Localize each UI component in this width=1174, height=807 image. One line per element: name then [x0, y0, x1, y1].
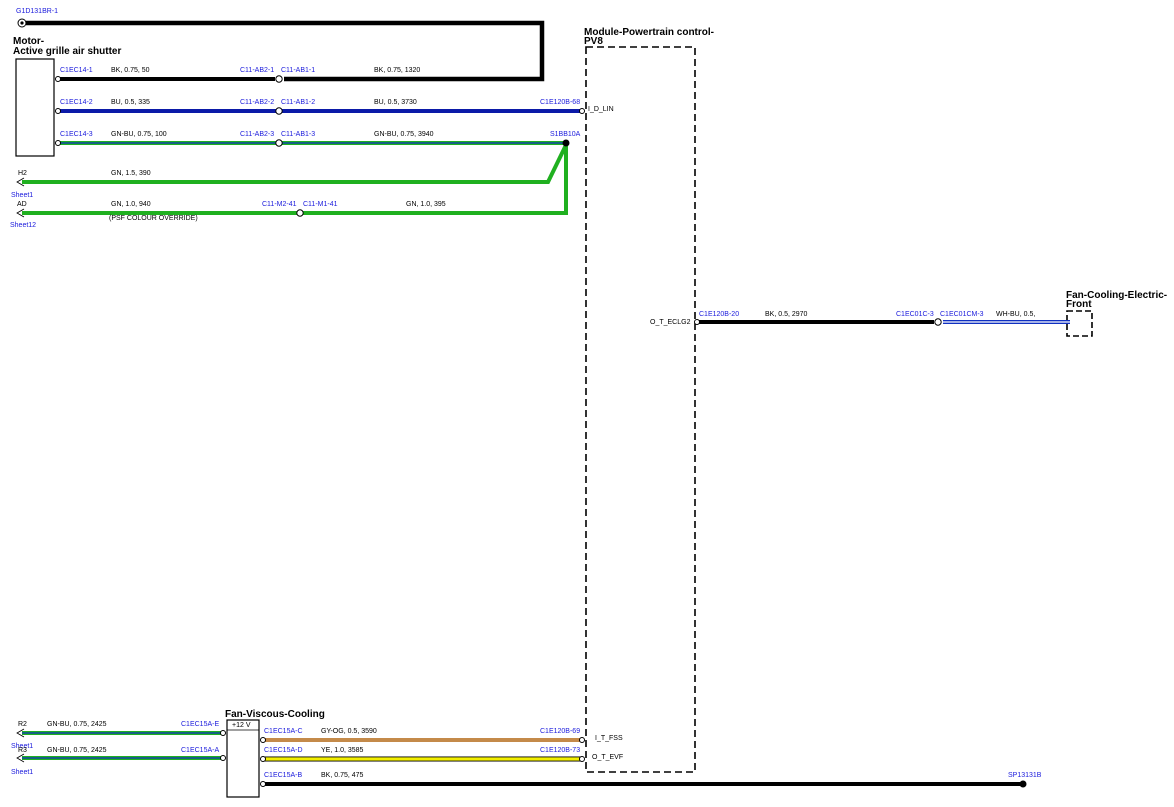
wire-9-spec: GY-OG, 0.5, 3590 — [321, 728, 377, 735]
pcm-pin-eclg2: O_T_ECLG2 — [650, 319, 691, 326]
wire-7-connector: C1EC15A-E — [181, 721, 219, 728]
pin-terminal — [579, 737, 585, 743]
wire-8-ref: R3 — [18, 747, 27, 754]
wire-5-spec-2: GN, 1.0, 395 — [406, 201, 446, 208]
wire-10-connector-1: C1EC15A-D — [264, 747, 303, 754]
wire-6-spec-1: BK, 0.5, 2970 — [765, 311, 808, 318]
splice-s1bb10a-label: S1BB10A — [550, 131, 581, 138]
fan-front-box[interactable] — [1066, 310, 1093, 337]
wire-3-connector-3: C11-AB1-3 — [281, 131, 315, 138]
pcm-pin-lin: I_D_LIN — [588, 106, 614, 113]
wire-5-sheet: Sheet12 — [10, 222, 36, 229]
wire-6-connector-3: C1EC01CM-3 — [940, 311, 984, 318]
wire-10-connector-2: C1E120B-73 — [540, 747, 580, 754]
inline-connector — [296, 209, 304, 217]
wire-2-connector-2: C11-AB2-2 — [240, 99, 274, 106]
wiring-diagram: Motor- Active grille air shutter Module-… — [10, 8, 1167, 798]
fan-front-title-line2: Front — [1066, 299, 1092, 310]
wire-11-connector-1: C1EC15A-B — [264, 772, 302, 779]
inline-connector — [934, 318, 942, 326]
wire-9-connector-1: C1EC15A-C — [264, 728, 303, 735]
wire-2-spec-1: BU, 0.5, 335 — [111, 99, 150, 106]
wire-4-ref: H2 — [18, 170, 27, 177]
wire-2-connector-3: C11-AB1-2 — [281, 99, 315, 106]
wire-6-connector-2: C1EC01C-3 — [896, 311, 934, 318]
splice-sp13131b-label: SP13131B — [1008, 772, 1042, 779]
wire-3-spec-1: GN-BU, 0.75, 100 — [111, 131, 167, 138]
fan-viscous-box[interactable] — [226, 719, 260, 798]
pin-terminal — [579, 108, 585, 114]
wire-1-spec-2: BK, 0.75, 1320 — [374, 67, 420, 74]
pin-terminal — [55, 76, 61, 82]
pcm-title-line2: PV8 — [584, 36, 603, 47]
pcm-box[interactable] — [585, 46, 696, 773]
inline-connector — [275, 139, 283, 147]
wire-4-spec: GN, 1.5, 390 — [111, 170, 151, 177]
wire-8-sheet: Sheet1 — [11, 769, 33, 776]
wire-11-spec: BK, 0.75, 475 — [321, 772, 364, 779]
inline-connector — [275, 107, 283, 115]
wire-3-connector-2: C11-AB2-3 — [240, 131, 274, 138]
wire-5-note: (PSF COLOUR OVERRIDE) — [109, 215, 198, 222]
wire-6-spec-2: WH-BU, 0.5, — [996, 311, 1035, 318]
pin-terminal — [260, 737, 266, 743]
wire-3-connector-1: C1EC14-3 — [60, 131, 93, 138]
wire-5-spec-1: GN, 1.0, 940 — [111, 201, 151, 208]
wire-1-connector-3: C11-AB1-1 — [281, 67, 315, 74]
pin-terminal — [260, 781, 266, 787]
wire-1-connector-2: C11-AB2-1 — [240, 67, 274, 74]
motor-title-line2: Active grille air shutter — [13, 46, 121, 57]
pcm-title-line1: Module-Powertrain control- — [584, 27, 714, 38]
pcm-pin-fss: I_T_FSS — [595, 735, 623, 742]
wire-2-connector-4: C1E120B-68 — [540, 99, 580, 106]
fan-viscous-pin-label: +12 V — [232, 722, 251, 729]
wire-8-spec: GN-BU, 0.75, 2425 — [47, 747, 107, 754]
motor-box[interactable] — [15, 58, 55, 157]
wire-7-spec: GN-BU, 0.75, 2425 — [47, 721, 107, 728]
pin-terminal — [579, 756, 585, 762]
wire-6-connector-1: C1E120B-20 — [699, 311, 739, 318]
splice-sp13131b[interactable] — [1019, 780, 1027, 788]
ground-label: G1D131BR-1 — [16, 8, 58, 15]
wire-10-spec: YE, 1.0, 3585 — [321, 747, 364, 754]
wire-2-spec-2: BU, 0.5, 3730 — [374, 99, 417, 106]
pin-terminal — [694, 319, 700, 325]
fan-viscous-title: Fan-Viscous-Cooling — [225, 709, 325, 720]
pin-terminal — [55, 140, 61, 146]
wire-1-spec-1: BK, 0.75, 50 — [111, 67, 150, 74]
pin-terminal — [220, 730, 226, 736]
pcm-pin-evf: O_T_EVF — [592, 754, 623, 761]
ground-symbol — [17, 18, 27, 28]
wire-1-connector-1: C1EC14-1 — [60, 67, 93, 74]
wire-4-gn[interactable] — [22, 144, 568, 184]
wire-8-connector: C1EC15A-A — [181, 747, 219, 754]
pin-terminal — [260, 756, 266, 762]
splice-s1bb10a[interactable] — [562, 139, 570, 147]
inline-connector — [275, 75, 283, 83]
wire-5-ref: AD — [17, 201, 27, 208]
wire-2-connector-1: C1EC14-2 — [60, 99, 93, 106]
wire-9-connector-2: C1E120B-69 — [540, 728, 580, 735]
wire-5-connector-1: C11-M2-41 — [262, 201, 297, 208]
pin-terminal — [220, 755, 226, 761]
wire-7-ref: R2 — [18, 721, 27, 728]
wire-5-connector-2: C11-M1-41 — [303, 201, 338, 208]
wire-4-sheet: Sheet1 — [11, 192, 33, 199]
wire-3-spec-2: GN-BU, 0.75, 3940 — [374, 131, 434, 138]
pin-terminal — [55, 108, 61, 114]
